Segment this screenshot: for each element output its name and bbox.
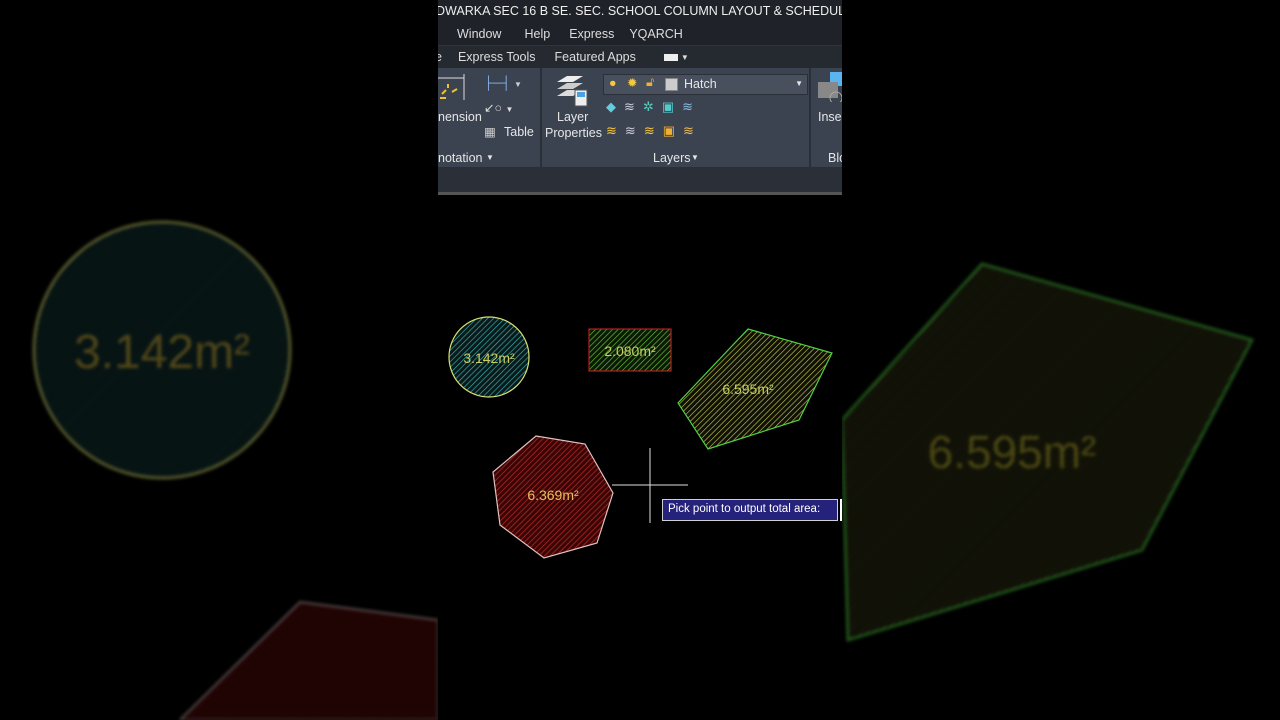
rectangle-area-label: 2.080m² [604, 343, 656, 359]
autocad-window: DWARKA SEC 16 B SE. SEC. SCHOOL COLUMN L… [438, 0, 842, 720]
blurred-background-left: 3.142m² [0, 0, 438, 720]
input-cursor[interactable] [840, 499, 842, 521]
blurred-pentagon-area: 6.595m² [928, 426, 1097, 478]
prompt-text: Pick point to output total area: [668, 503, 821, 515]
blurred-heptagon-shape [178, 600, 438, 720]
circle-area-label: 3.142m² [463, 350, 515, 366]
heptagon-area-label: 6.369m² [527, 487, 579, 503]
drawing-canvas[interactable]: 3.142m² 2.080m² 6.595m² 6.369m² [438, 0, 842, 720]
blurred-background-right: 6.595m² [842, 0, 1280, 720]
command-prompt-tooltip: Pick point to output total area: [662, 499, 838, 521]
pentagon-area-label: 6.595m² [722, 381, 774, 397]
blurred-circle-area: 3.142m² [74, 326, 250, 379]
